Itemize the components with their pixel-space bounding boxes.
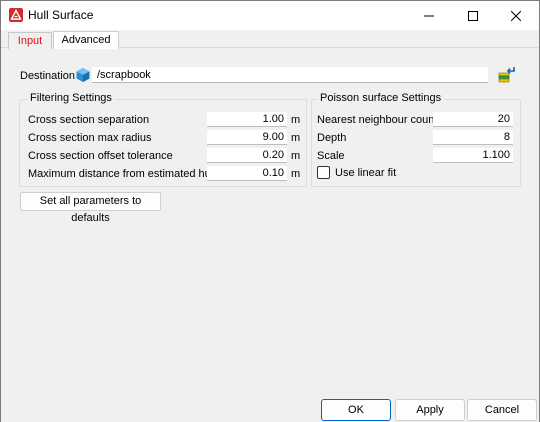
tab-input[interactable]: Input (8, 32, 52, 49)
apply-button[interactable]: Apply (395, 399, 465, 421)
poisson-settings-title: Poisson surface Settings (317, 92, 445, 104)
container-browse-icon (498, 67, 515, 83)
use-linear-fit-label[interactable]: Use linear fit (335, 167, 396, 179)
maximize-button[interactable] (450, 1, 496, 30)
cross-section-max-radius-label: Cross section max radius (28, 132, 152, 144)
depth-label: Depth (317, 132, 347, 144)
tab-bar: Input Advanced (1, 30, 539, 49)
nearest-neighbour-count-label: Nearest neighbour count (317, 114, 438, 126)
max-distance-hull-label: Maximum distance from estimated hull (28, 168, 216, 180)
cross-section-separation-unit: m (291, 114, 301, 126)
scale-field[interactable]: 1.100 (433, 148, 513, 163)
close-icon (511, 10, 521, 21)
max-distance-hull-field[interactable]: 0.10 (207, 166, 287, 181)
cross-section-offset-tolerance-unit: m (291, 150, 301, 162)
filtering-settings-title: Filtering Settings (27, 92, 115, 104)
cross-section-max-radius-field[interactable]: 9.00 (207, 130, 287, 145)
title-bar: Hull Surface (1, 1, 539, 30)
tab-advanced[interactable]: Advanced (53, 31, 119, 49)
set-defaults-button[interactable]: Set all parameters to defaults (20, 192, 161, 224)
close-button[interactable] (493, 1, 539, 30)
window-title: Hull Surface (28, 8, 94, 22)
cross-section-offset-tolerance-label: Cross section offset tolerance (28, 150, 173, 162)
scale-label: Scale (317, 150, 345, 162)
minimize-icon (424, 15, 434, 16)
use-linear-fit-checkbox[interactable] (317, 166, 330, 179)
depth-field[interactable]: 8 (433, 130, 513, 145)
nearest-neighbour-count-field[interactable]: 20 (433, 112, 513, 127)
browse-destination-button[interactable] (497, 65, 517, 85)
minimize-button[interactable] (406, 1, 452, 30)
cancel-button[interactable]: Cancel (467, 399, 537, 421)
ok-button[interactable]: OK (321, 399, 391, 421)
maximize-icon (468, 10, 478, 21)
dialog-window: Hull Surface Input Advanced Destination (0, 0, 540, 422)
cross-section-max-radius-unit: m (291, 132, 301, 144)
app-logo-icon (9, 8, 23, 22)
destination-field[interactable]: /scrapbook (92, 67, 488, 83)
cross-section-separation-label: Cross section separation (28, 114, 150, 126)
cube-icon (75, 67, 91, 83)
destination-label: Destination (20, 70, 76, 82)
cross-section-separation-field[interactable]: 1.00 (207, 112, 287, 127)
max-distance-hull-unit: m (291, 168, 301, 180)
cross-section-offset-tolerance-field[interactable]: 0.20 (207, 148, 287, 163)
